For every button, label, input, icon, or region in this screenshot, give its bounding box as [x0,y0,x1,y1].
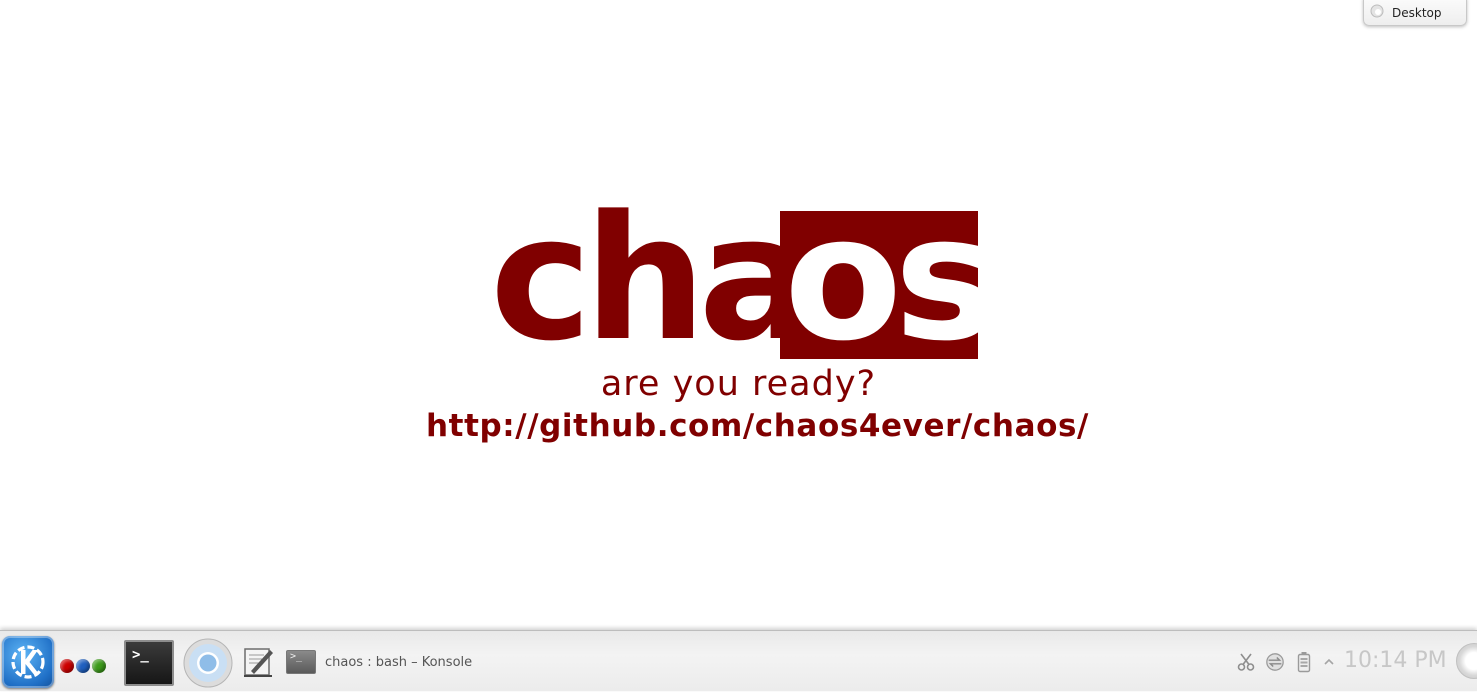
logo-text-left: cha [490,178,814,379]
activities-switcher[interactable] [60,659,106,673]
konsole-launcher[interactable]: >_ [124,640,174,686]
wallpaper: cha os are you ready? http://github.com/… [0,0,1477,630]
system-tray [1236,651,1335,673]
scissors-icon[interactable] [1236,651,1256,673]
desktop-toolbox[interactable]: Desktop [1363,0,1467,26]
text-editor-icon [244,648,273,677]
project-url: http://github.com/chaos4ever/chaos/ [426,408,1089,444]
task-terminal-prompt: >_ [290,651,303,662]
network-icon[interactable] [1265,651,1285,673]
taskbar-task-konsole[interactable]: >_ chaos : bash – Konsole [286,645,472,679]
digital-clock[interactable]: 10:14 PM [1344,648,1447,673]
logo-text-right: os [784,178,997,379]
kde-logo-icon [11,645,45,679]
battery-icon[interactable] [1294,651,1314,673]
terminal-prompt-icon: >_ [132,647,149,663]
panel-toolbox-cashew-icon[interactable] [1456,643,1477,679]
desktop-toolbox-icon [1370,3,1384,18]
tagline-text: are you ready? [600,364,877,404]
tagline: are you ready? [0,364,1477,404]
tray-expand-arrow-icon[interactable] [1323,651,1335,673]
activity-dot-blue [76,659,90,673]
activity-dot-green [92,659,106,673]
text-editor-launcher[interactable] [240,645,280,685]
taskbar-panel: >_ >_ chaos : bash – Konsole 10:14 PM [0,630,1477,691]
task-label: chaos : bash – Konsole [325,654,473,670]
application-launcher-button[interactable] [2,636,54,688]
activity-dot-red [60,659,74,673]
konsole-task-icon: >_ [286,650,316,674]
desktop: cha os are you ready? http://github.com/… [0,0,1477,630]
desktop-toolbox-label: Desktop [1392,5,1442,20]
chromium-launcher[interactable] [183,638,233,688]
chromium-icon [183,638,233,688]
